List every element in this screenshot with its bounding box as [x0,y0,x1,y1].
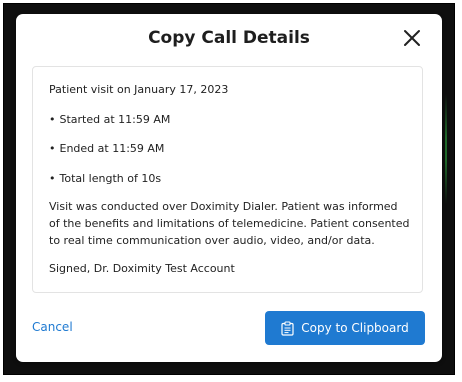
close-button[interactable] [400,26,424,50]
call-details-box: Patient visit on January 17, 2023 Starte… [32,66,423,293]
signature-text: Signed, Dr. Doximity Test Account [49,262,235,275]
consent-text: Visit was conducted over Doximity Dialer… [49,200,410,247]
visit-date-text: Patient visit on January 17, 2023 [49,83,229,96]
dialog-title: Copy Call Details [148,28,310,48]
total-length-item: Total length of 10s [49,170,411,187]
background-scroll-hint [445,94,447,204]
total-length-text: Total length of 10s [59,172,162,185]
copy-to-clipboard-button[interactable]: Copy to Clipboard [265,311,425,345]
close-icon [404,30,420,46]
copy-button-label: Copy to Clipboard [301,321,409,335]
cancel-button[interactable]: Cancel [32,317,73,337]
started-at-text: Started at 11:59 AM [59,113,171,126]
started-at-item: Started at 11:59 AM [49,111,411,128]
ended-at-item: Ended at 11:59 AM [49,140,411,157]
copy-call-details-dialog: Copy Call Details Patient visit on Janua… [16,14,442,362]
ended-at-text: Ended at 11:59 AM [59,142,165,155]
clipboard-icon [281,320,294,336]
